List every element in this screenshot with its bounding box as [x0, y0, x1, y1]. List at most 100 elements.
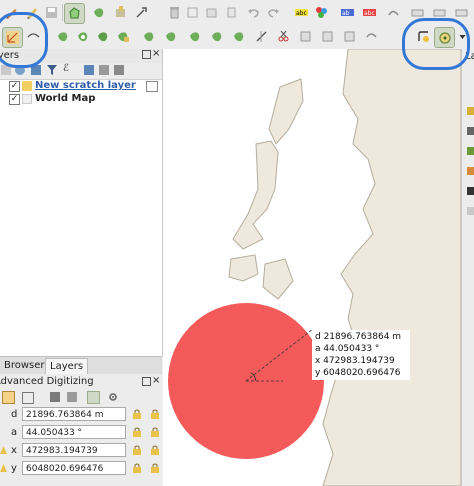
label-color-icon[interactable] [312, 3, 331, 22]
collapse-all-icon[interactable] [99, 65, 109, 75]
warning-icon [0, 463, 7, 473]
delete-part-icon[interactable] [162, 27, 181, 46]
y-field[interactable]: 6048020.696476 [22, 461, 126, 475]
lock-icon[interactable] [132, 427, 142, 437]
add-ring-icon[interactable] [74, 27, 93, 46]
delete-selected-icon[interactable] [165, 3, 184, 22]
readout-distance: d 21896.763864 m [315, 332, 402, 342]
move-feature-icon[interactable] [132, 3, 151, 22]
layer-name: New scratch layer [35, 80, 136, 91]
merge-features-icon[interactable] [318, 27, 337, 46]
filter-expression-icon[interactable]: ℰ [63, 63, 69, 74]
rotate-point-symbols-icon[interactable] [362, 27, 381, 46]
layer-visibility-checkbox[interactable]: ✓ [9, 94, 20, 105]
x-row: x 472983.194739 [0, 443, 162, 459]
add-part-icon[interactable] [94, 27, 113, 46]
merge-attributes-icon[interactable] [340, 27, 359, 46]
filter-icon[interactable] [47, 65, 57, 75]
close-panel-icon[interactable]: × [152, 375, 160, 386]
snapping-icon[interactable] [87, 391, 100, 404]
settings-icon[interactable] [108, 392, 118, 402]
tab-browser[interactable]: Browser [0, 358, 49, 373]
save-edits-icon[interactable] [42, 3, 61, 22]
right-dock-panel: La [461, 49, 474, 486]
warning-icon [0, 445, 7, 455]
distance-row: d 21896.763864 m [0, 407, 162, 423]
y-label: y [11, 463, 17, 474]
perpendicular-icon[interactable] [67, 392, 77, 402]
fill-ring-icon[interactable] [114, 27, 133, 46]
layer-row-scratch[interactable]: ✓ New scratch layer [0, 80, 162, 93]
paste-features-icon[interactable] [222, 3, 241, 22]
reshape-features-icon[interactable] [186, 27, 205, 46]
cad-readout-tooltip: d 21896.763864 m a 44.050433 ° x 472983.… [312, 330, 410, 380]
redo-icon[interactable] [264, 3, 283, 22]
advanced-digitizing-panel: Advanced Digitizing × d 21896.763864 m a… [0, 374, 162, 486]
remove-layer-icon[interactable] [114, 65, 124, 75]
copy-features-icon[interactable] [202, 3, 221, 22]
relative-x-icon[interactable] [150, 445, 160, 455]
close-panel-icon[interactable]: × [152, 48, 160, 59]
tab-layers[interactable]: Layers [45, 358, 89, 374]
trim-extend-icon[interactable] [252, 27, 271, 46]
island-south [262, 258, 294, 300]
lock-icon[interactable] [132, 445, 142, 455]
annotation-circle-left [0, 12, 48, 68]
layers-panel: Layers × ℰ ✓ New scratch layer ✓ World M… [0, 48, 163, 356]
panel-icon-3[interactable] [467, 147, 474, 155]
svg-text:abc: abc [364, 10, 375, 17]
add-polygon-feature-icon[interactable] [64, 3, 85, 24]
mainland-polygon [322, 49, 461, 486]
pin-labels-icon[interactable]: ab [338, 3, 357, 22]
distance-field[interactable]: 21896.763864 m [22, 407, 126, 421]
panel-icon-1[interactable] [467, 107, 474, 115]
label-settings-icon[interactable]: abc [360, 3, 379, 22]
offset-curve-icon[interactable] [208, 27, 227, 46]
island-north [268, 78, 304, 145]
float-panel-icon[interactable] [142, 377, 151, 386]
rotate-label-icon[interactable] [384, 3, 403, 22]
x-field[interactable]: 472983.194739 [22, 443, 126, 457]
map-canvas[interactable] [163, 49, 461, 486]
panel-icon-6[interactable] [467, 207, 474, 215]
reverse-line-icon[interactable] [230, 27, 249, 46]
delete-ring-icon[interactable] [140, 27, 159, 46]
lock-icon[interactable] [132, 409, 142, 419]
enable-advanced-digitizing-icon[interactable] [2, 391, 15, 404]
lock-icon[interactable] [132, 463, 142, 473]
annotation-circle-right [402, 18, 470, 70]
layer-visibility-checkbox[interactable]: ✓ [9, 81, 20, 92]
island-middle [232, 140, 279, 250]
panel-icon-4[interactable] [467, 167, 474, 175]
memory-layer-icon [146, 81, 158, 92]
layer-name: World Map [35, 93, 96, 104]
expand-all-icon[interactable] [84, 65, 94, 75]
advanced-digitizing-header: Advanced Digitizing × [0, 374, 162, 388]
y-row: y 6048020.696476 [0, 461, 162, 477]
panel-icon-5[interactable] [467, 187, 474, 195]
label-tool-icon[interactable]: abc [292, 3, 311, 22]
panel-icon-2[interactable] [467, 127, 474, 135]
split-features-icon[interactable] [274, 27, 293, 46]
distance-label: d [11, 409, 18, 420]
undo-icon[interactable] [244, 3, 263, 22]
parallel-icon[interactable] [50, 392, 60, 402]
x-label: x [11, 445, 17, 456]
repeat-lock-icon[interactable] [150, 409, 160, 419]
float-panel-icon[interactable] [142, 50, 151, 59]
polygon-layer-icon [22, 94, 32, 104]
advanced-digitizing-title: Advanced Digitizing [0, 376, 94, 387]
add-circle-feature-icon[interactable] [90, 3, 109, 22]
simplify-feature-icon[interactable] [54, 27, 73, 46]
angle-field[interactable]: 44.050433 ° [22, 425, 126, 439]
editing-pencil-icon [22, 81, 32, 91]
relative-y-icon[interactable] [150, 463, 160, 473]
island-south-west [228, 254, 259, 282]
relative-angle-icon[interactable] [150, 427, 160, 437]
advanced-digitizing-toolbar [0, 390, 162, 406]
layer-row-world-map[interactable]: ✓ World Map [0, 93, 162, 106]
vertex-tool-icon[interactable] [111, 3, 130, 22]
construction-mode-icon[interactable] [22, 392, 34, 404]
split-parts-icon[interactable] [296, 27, 315, 46]
cut-features-icon[interactable] [183, 3, 202, 22]
